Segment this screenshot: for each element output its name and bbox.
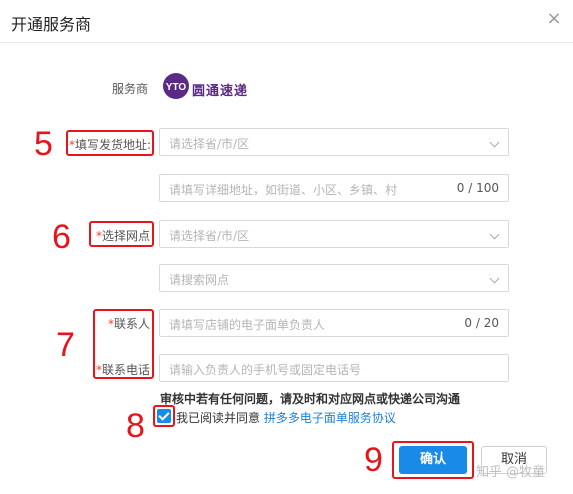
address-detail-count: 0 / 100 — [456, 181, 499, 195]
annotation-number: 8 — [126, 407, 145, 445]
annotation-number: 7 — [56, 326, 75, 364]
annotation-box-checkbox — [153, 405, 175, 427]
contact-phone-placeholder: 请输入负责人的手机号或固定电话号 — [169, 363, 362, 377]
watermark: 知乎 @牧童 — [476, 465, 546, 480]
contact-name-placeholder: 请填写店铺的电子面单负责人 — [169, 318, 326, 332]
contact-name-input[interactable]: 请填写店铺的电子面单负责人 0 / 20 — [159, 309, 509, 337]
logo-mark-text: YTO — [166, 82, 187, 93]
chevron-down-icon — [489, 229, 500, 240]
annotation-number: 5 — [34, 125, 53, 163]
provider-label: 服务商 — [112, 82, 149, 96]
open-provider-dialog: 开通服务商 × 服务商 YTO 圆通速递 *填写发货地址: 请选择省/市/区 请… — [0, 0, 573, 494]
contact-phone-input[interactable]: 请输入负责人的手机号或固定电话号 — [159, 354, 509, 382]
chevron-down-icon — [489, 137, 500, 148]
annotation-box-outlet — [89, 221, 154, 247]
address-detail-input[interactable]: 请填写详细地址，如街道、小区、乡镇、村 0 / 100 — [159, 174, 509, 202]
annotation-box-contact — [93, 309, 154, 379]
outlet-search-placeholder: 请搜索网点 — [169, 273, 230, 287]
contact-name-count: 0 / 20 — [464, 316, 499, 330]
outlet-search-select[interactable]: 请搜索网点 — [159, 264, 509, 292]
dialog-header: 开通服务商 × — [0, 0, 573, 43]
outlet-region-select[interactable]: 请选择省/市/区 — [159, 220, 509, 248]
annotation-box-address — [66, 130, 154, 156]
dialog-title: 开通服务商 — [11, 15, 92, 34]
annotation-number: 6 — [52, 218, 71, 256]
outlet-region-placeholder: 请选择省/市/区 — [169, 229, 250, 243]
annotation-number: 9 — [364, 441, 383, 479]
address-region-select[interactable]: 请选择省/市/区 — [159, 128, 509, 156]
address-region-placeholder: 请选择省/市/区 — [169, 137, 250, 151]
address-detail-placeholder: 请填写详细地址，如街道、小区、乡镇、村 — [169, 183, 398, 197]
chevron-down-icon — [489, 273, 500, 284]
agreement-label: 我已阅读并同意 — [176, 411, 261, 425]
review-notice: 审核中若有任何问题，请及时和对应网点或快递公司沟通 — [160, 392, 461, 406]
close-icon[interactable]: × — [544, 9, 564, 29]
provider-logo-text: 圆通速递 — [192, 84, 249, 99]
annotation-box-confirm — [392, 441, 474, 479]
agreement-link[interactable]: 拼多多电子面单服务协议 — [264, 411, 396, 425]
yto-logo-icon: YTO — [163, 73, 189, 99]
agreement-text: 我已阅读并同意 拼多多电子面单服务协议 — [176, 409, 396, 426]
